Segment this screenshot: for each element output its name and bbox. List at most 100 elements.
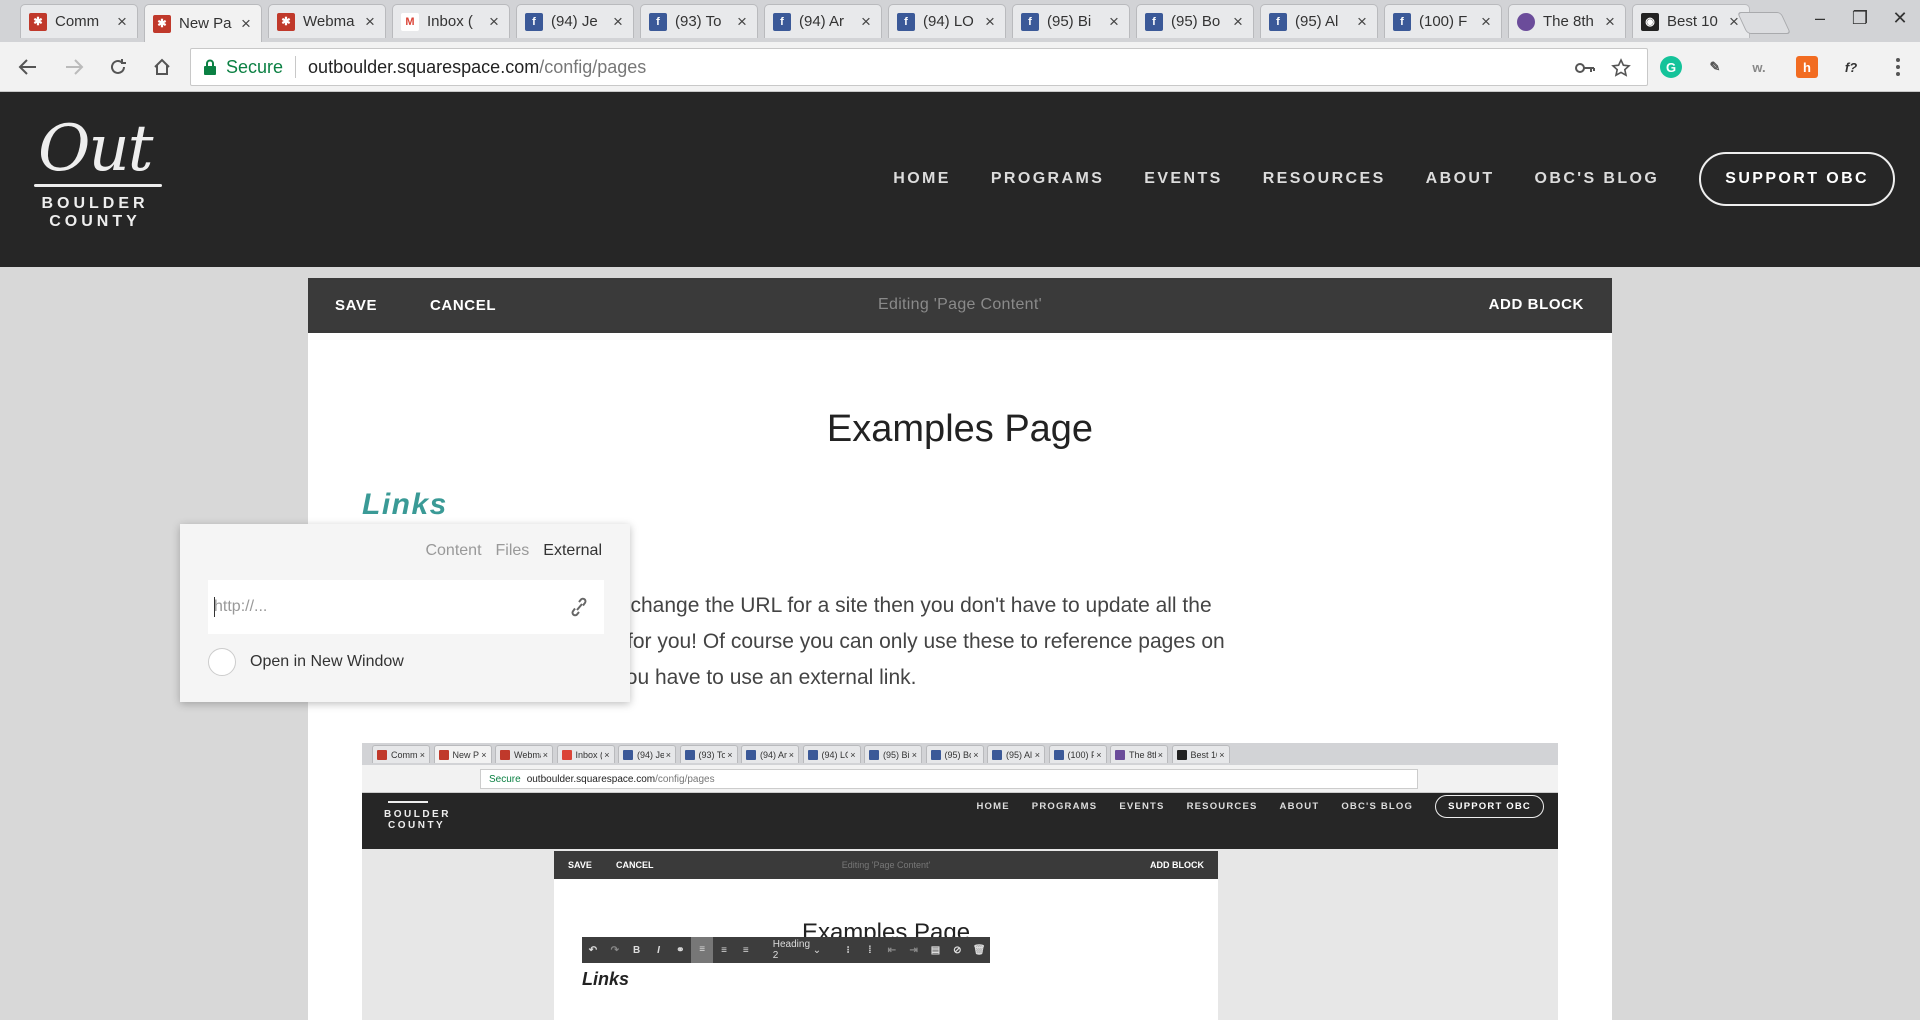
tab-content[interactable]: Content: [425, 542, 481, 560]
embedded-tab: Inbox (×: [556, 745, 615, 763]
browser-tab[interactable]: The 8th ×: [1508, 4, 1626, 38]
honey-icon[interactable]: h: [1796, 56, 1818, 78]
tab-external[interactable]: External: [543, 542, 602, 560]
browser-tab[interactable]: ✱ Webma ×: [268, 4, 386, 38]
tab-close-icon[interactable]: ×: [1355, 12, 1369, 32]
embedded-tab-close-icon: ×: [1034, 749, 1040, 760]
browser-tab[interactable]: ✱ New Pa ×: [144, 4, 262, 42]
tab-close-icon[interactable]: ×: [1603, 12, 1617, 32]
embedded-nav-about: ABOUT: [1279, 801, 1320, 812]
align-right-icon: ≡: [742, 944, 749, 956]
embedded-tab-label: (94) Ar: [760, 749, 787, 760]
embedded-tab-close-icon: ×: [911, 749, 917, 760]
cancel-button[interactable]: CANCEL: [430, 297, 496, 314]
tab-close-icon[interactable]: ×: [859, 12, 873, 32]
page-title[interactable]: Examples Page: [308, 408, 1612, 451]
link-chain-icon[interactable]: [570, 597, 588, 617]
facebook-icon: f: [773, 12, 791, 31]
evernote-icon[interactable]: ✎: [1704, 56, 1726, 78]
embedded-toolbar: Secure outboulder.squarespace.com/config…: [362, 765, 1558, 793]
nav-programs[interactable]: PROGRAMS: [991, 170, 1104, 188]
tab-close-icon[interactable]: ×: [983, 12, 997, 32]
redo-icon: ↷: [610, 944, 619, 956]
tab-label: (94) Ar: [799, 13, 845, 30]
back-icon[interactable]: [12, 52, 44, 82]
tab-close-icon[interactable]: ×: [1231, 12, 1245, 32]
embedded-url-host: outboulder.squarespace.com: [526, 773, 656, 785]
forward-icon[interactable]: [58, 52, 90, 82]
browser-tab[interactable]: f (94) Je ×: [516, 4, 634, 38]
nav-home[interactable]: HOME: [893, 170, 951, 188]
embedded-nav-resources: RESOURCES: [1186, 801, 1258, 812]
nav-events[interactable]: EVENTS: [1144, 170, 1222, 188]
add-block-button[interactable]: ADD BLOCK: [1489, 296, 1584, 313]
nav-blog[interactable]: OBC'S BLOG: [1535, 170, 1660, 188]
restore-icon[interactable]: ❐: [1845, 8, 1875, 32]
embedded-tab-label: Webma: [514, 749, 541, 760]
browser-tab[interactable]: f (94) Ar ×: [764, 4, 882, 38]
tab-close-icon[interactable]: ×: [735, 12, 749, 32]
tab-label: (100) F: [1419, 13, 1468, 30]
grammarly-icon[interactable]: G: [1660, 56, 1682, 78]
new-tab-button[interactable]: [1736, 12, 1792, 34]
align-center-icon: ≡: [721, 944, 727, 956]
address-bar[interactable]: Secure outboulder.squarespace.com/config…: [190, 48, 1648, 86]
close-window-icon[interactable]: ✕: [1885, 8, 1915, 32]
tab-close-icon[interactable]: ×: [1479, 12, 1493, 32]
embedded-tab: (95) Bi ×: [864, 745, 922, 763]
open-new-window-option[interactable]: Open in New Window: [208, 648, 404, 676]
tab-close-icon[interactable]: ×: [1107, 12, 1121, 32]
key-icon[interactable]: [1573, 58, 1597, 78]
site-logo[interactable]: Out BOULDER COUNTY: [30, 114, 170, 244]
facebook-icon: f: [1269, 12, 1287, 31]
home-icon[interactable]: [146, 52, 178, 82]
embedded-favicon-icon: [684, 749, 695, 760]
embedded-tab-close-icon: ×: [788, 749, 794, 760]
browser-tab-strip: ✱ Comm × ✱ New Pa × ✱ Webma × M Inbox (× f (94) Je × f…: [0, 0, 1920, 42]
support-obc-button[interactable]: SUPPORT OBC: [1699, 152, 1895, 206]
italic-icon: I: [657, 944, 660, 956]
embedded-tab-close-icon: ×: [604, 749, 610, 760]
reload-icon[interactable]: [102, 52, 134, 82]
bookmark-star-icon[interactable]: [1609, 58, 1633, 78]
minimize-icon[interactable]: –: [1805, 8, 1835, 32]
wappalyzer-icon[interactable]: w.: [1748, 56, 1770, 78]
tab-close-icon[interactable]: ×: [611, 12, 625, 32]
browser-tab[interactable]: f (94) LO ×: [888, 4, 1006, 38]
browser-tab[interactable]: f (95) Al ×: [1260, 4, 1378, 38]
new-window-radio[interactable]: [208, 648, 236, 676]
embedded-tab: The 8th×: [1110, 745, 1168, 763]
embedded-tab: (94) Je ×: [618, 745, 676, 763]
embedded-nav-home: HOME: [976, 801, 1010, 812]
tab-close-icon[interactable]: ×: [363, 12, 377, 32]
embedded-tab: New Pa×: [433, 745, 492, 763]
tab-close-icon[interactable]: ×: [239, 14, 253, 34]
tab-files[interactable]: Files: [496, 542, 530, 560]
embedded-logo-county: COUNTY: [388, 820, 446, 831]
nav-resources[interactable]: RESOURCES: [1263, 170, 1386, 188]
browser-tab[interactable]: f (95) Bo ×: [1136, 4, 1254, 38]
logo-county-text: COUNTY: [49, 213, 141, 230]
browser-tab[interactable]: f (100) F ×: [1384, 4, 1502, 38]
nav-about[interactable]: ABOUT: [1426, 170, 1495, 188]
url-input[interactable]: [208, 580, 558, 634]
font-finder-icon[interactable]: f?: [1840, 56, 1862, 78]
browser-tab[interactable]: f (95) Bi ×: [1012, 4, 1130, 38]
site-header: Out BOULDER COUNTY HOME PROGRAMS EVENTS …: [0, 92, 1920, 267]
embedded-tab-close-icon: ×: [1096, 749, 1102, 760]
embedded-nav-programs: PROGRAMS: [1031, 801, 1098, 812]
save-button[interactable]: SAVE: [335, 297, 377, 314]
embedded-logo-boulder: BOULDER: [384, 809, 451, 820]
browser-tab[interactable]: f (93) To ×: [640, 4, 758, 38]
tab-close-icon[interactable]: ×: [115, 12, 129, 32]
browser-tab[interactable]: ◉ Best 10 ×: [1632, 4, 1750, 38]
browser-tab[interactable]: M Inbox (×: [392, 4, 510, 38]
browser-tab[interactable]: ✱ Comm ×: [20, 4, 138, 38]
unordered-list-icon: ⁞: [868, 944, 872, 956]
tab-close-icon[interactable]: ×: [487, 12, 501, 32]
embedded-nav-blog: OBC'S BLOG: [1341, 801, 1414, 812]
chrome-menu-icon[interactable]: [1882, 52, 1914, 82]
links-heading[interactable]: Links: [362, 488, 448, 522]
embedded-screenshot-image[interactable]: Comm×New Pa×Webma×Inbox (×(94) Je×(93) T…: [362, 743, 1558, 1020]
embedded-tab-label: (100) F: [1067, 749, 1095, 760]
